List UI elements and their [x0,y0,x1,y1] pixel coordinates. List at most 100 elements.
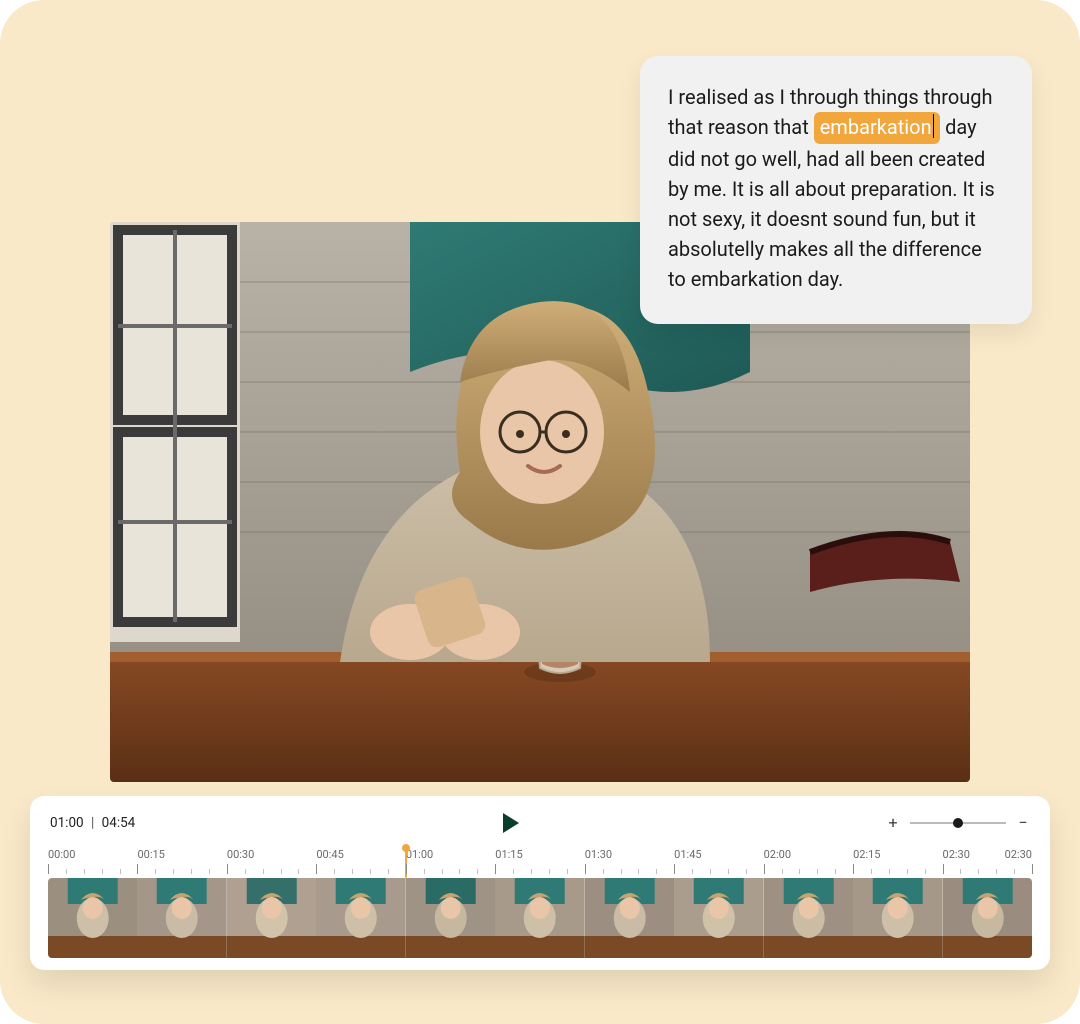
timeline-thumbnail[interactable] [853,878,942,958]
ruler-tick-minor [388,869,389,874]
timeline-thumbnail[interactable] [495,878,584,958]
ruler-tick-major [764,864,765,874]
ruler-label: 01:30 [585,848,612,861]
transcript-highlight[interactable]: embarkation [814,112,940,144]
ruler-tick-minor [263,869,264,874]
zoom-in-button[interactable]: + [886,815,900,831]
ruler-tick-minor [907,869,908,874]
zoom-control: + − [886,815,1030,831]
ruler-tick-minor [1014,869,1015,874]
ruler-tick-major [495,864,496,874]
ruler-tick-minor [978,869,979,874]
timeline-thumbnail[interactable] [764,878,853,958]
ruler-label: 00:45 [316,848,343,861]
zoom-slider-thumb[interactable] [953,818,963,828]
ruler-label: 00:15 [137,848,164,861]
ruler-label: 02:00 [764,848,791,861]
ruler-tick-minor [334,869,335,874]
ruler-tick-minor [442,869,443,874]
player-controls-row: 01:00 | 04:54 + − [48,812,1032,844]
timeline-thumbnail[interactable] [674,878,763,958]
ruler-tick-minor [459,869,460,874]
ruler-tick-minor [102,869,103,874]
ruler-label: 02:15 [853,848,880,861]
ruler-tick-minor [370,869,371,874]
zoom-slider[interactable] [910,822,1006,824]
ruler-tick-minor [710,869,711,874]
timeline-ruler-labels: 00:00 00:15 00:30 00:45 01:00 01:15 01:30 01:45… [48,848,1032,862]
ruler-tick-minor [782,869,783,874]
ruler-tick-minor [996,869,997,874]
timeline-thumbnail[interactable] [406,878,495,958]
ruler-tick-major [48,864,49,874]
ruler-tick-minor [960,869,961,874]
play-icon [501,812,521,834]
ruler-tick-major [137,864,138,874]
ruler-tick-major [853,864,854,874]
ruler-tick-minor [245,869,246,874]
player-bar: 01:00 | 04:54 + − 00:00 00:15 00:30 00:45 01… [30,796,1050,970]
ruler-tick-major [674,864,675,874]
ruler-tick-minor [728,869,729,874]
ruler-tick-major [585,864,586,874]
ruler-label: 01:00 [406,848,433,861]
ruler-tick-minor [567,869,568,874]
ruler-label: 00:00 [48,848,75,861]
play-button[interactable] [501,812,521,834]
ruler-label: 01:15 [495,848,522,861]
ruler-tick-minor [925,869,926,874]
ruler-tick-minor [209,869,210,874]
ruler-tick-minor [621,869,622,874]
timeline-thumbnails[interactable] [48,878,1032,958]
ruler-tick-minor [692,869,693,874]
ruler-tick-major [943,864,944,874]
ruler-tick-minor [281,869,282,874]
ruler-label: 01:45 [674,848,701,861]
ruler-tick-minor [656,869,657,874]
ruler-tick-minor [531,869,532,874]
ruler-tick-minor [173,869,174,874]
ruler-tick-major [316,864,317,874]
ruler-tick-minor [66,869,67,874]
ruler-tick-minor [549,869,550,874]
zoom-out-button[interactable]: − [1016,815,1030,831]
transcript-highlight-word: embarkation [820,115,932,139]
ruler-tick-minor [155,869,156,874]
ruler-tick-minor [513,869,514,874]
ruler-tick-minor [424,869,425,874]
ruler-tick-minor [799,869,800,874]
timeline-thumbnail[interactable] [137,878,226,958]
timeline-thumbnail[interactable] [943,878,1032,958]
timeline-thumbnail[interactable] [585,878,674,958]
ruler-tick-minor [84,869,85,874]
timeline-ruler-ticks[interactable] [48,864,1032,874]
ruler-tick-minor [746,869,747,874]
timeline-thumbnail[interactable] [316,878,405,958]
editor-canvas: I realised as I through things through t… [0,0,1080,1024]
ruler-tick-major [1032,864,1033,874]
timeline-thumbnail[interactable] [48,878,137,958]
ruler-tick-minor [603,869,604,874]
ruler-tick-minor [191,869,192,874]
ruler-tick-minor [817,869,818,874]
current-time: 01:00 [50,815,84,831]
ruler-label: 02:30 [943,848,970,861]
ruler-tick-minor [120,869,121,874]
ruler-tick-major [227,864,228,874]
ruler-tick-minor [352,869,353,874]
time-separator: | [87,815,98,831]
ruler-label: 02:30 [1005,848,1032,861]
ruler-tick-minor [298,869,299,874]
ruler-tick-minor [477,869,478,874]
ruler-tick-minor [889,869,890,874]
ruler-tick-minor [638,869,639,874]
ruler-label: 00:30 [227,848,254,861]
transcript-card[interactable]: I realised as I through things through t… [640,56,1032,324]
timeline-thumbnail[interactable] [227,878,316,958]
time-display: 01:00 | 04:54 [50,815,135,831]
ruler-tick-minor [871,869,872,874]
ruler-tick-major [406,864,407,874]
ruler-tick-minor [835,869,836,874]
text-caret [933,114,935,138]
duration: 04:54 [102,815,136,831]
